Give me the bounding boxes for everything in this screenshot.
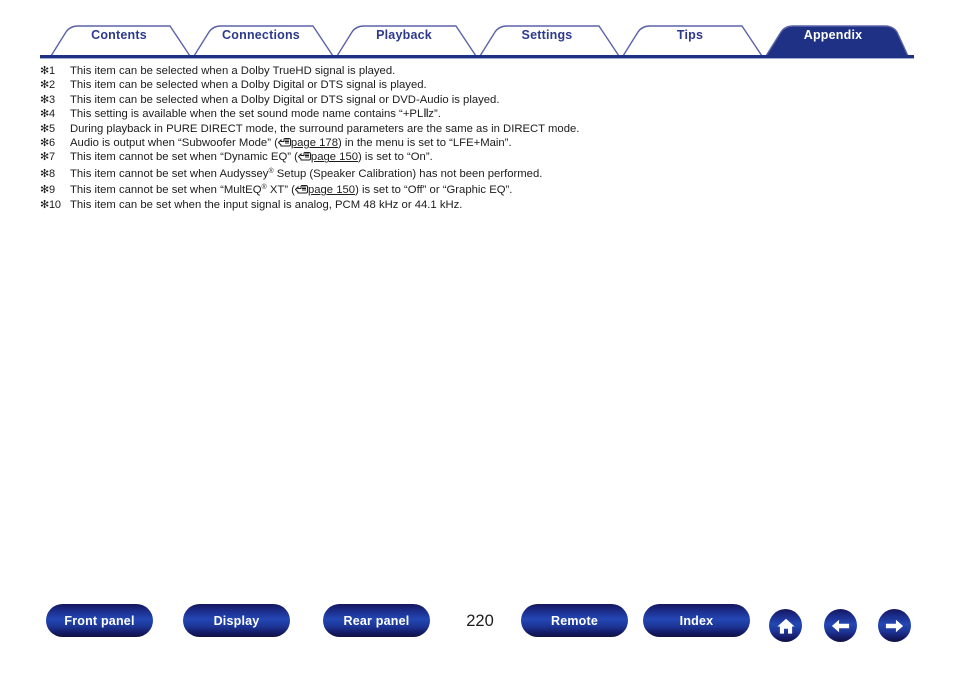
tab-settings[interactable]: Settings bbox=[522, 28, 573, 42]
footnote-text-part: ) in the menu is set to “LFE+Main”. bbox=[337, 137, 512, 150]
pointing-hand-icon bbox=[277, 137, 291, 147]
pointing-hand-icon bbox=[294, 184, 308, 194]
front-panel-button[interactable]: Front panel bbox=[46, 604, 153, 637]
tab-contents[interactable]: Contents bbox=[91, 28, 147, 42]
footnote-text-part: This item cannot be set when “Dynamic EQ… bbox=[70, 151, 298, 164]
footnote-text-part: ) is set to “On”. bbox=[358, 151, 433, 164]
footnote-text: This item can be selected when a Dolby D… bbox=[70, 93, 500, 106]
page-reference-link[interactable]: page 150 bbox=[297, 151, 358, 163]
footnote-marker: ✻10 bbox=[40, 198, 61, 211]
footnote-text: Audio is output when “Subwoofer Mode” ( p… bbox=[70, 136, 920, 150]
back-button[interactable] bbox=[824, 609, 857, 642]
arrow-right-icon bbox=[884, 618, 905, 634]
tab-baseline-rule bbox=[40, 55, 914, 59]
remote-button[interactable]: Remote bbox=[521, 604, 628, 637]
page-reference-label[interactable]: page 150 bbox=[308, 184, 355, 196]
footnote-item: ✻9 This item cannot be set when “MultEQ®… bbox=[40, 181, 920, 197]
page-reference-label[interactable]: page 150 bbox=[311, 151, 358, 163]
footnote-text-part: ) is set to “Off” or “Graphic EQ”. bbox=[355, 184, 513, 197]
footnote-text-part: Audio is output when “Subwoofer Mode” ( bbox=[70, 137, 278, 150]
tab-playback[interactable]: Playback bbox=[376, 28, 432, 42]
footnote-item: ✻3 This item can be selected when a Dolb… bbox=[40, 93, 920, 107]
footnote-text-part: Setup (Speaker Calibration) has not been… bbox=[273, 167, 543, 180]
footnote-item: ✻1 This item can be selected when a Dolb… bbox=[40, 64, 920, 78]
page-reference-link[interactable]: page 150 bbox=[294, 184, 355, 196]
arrow-left-icon bbox=[830, 618, 851, 634]
footnote-item: ✻8 This item cannot be set when Audyssey… bbox=[40, 165, 920, 181]
footnote-item: ✻5 During playback in PURE DIRECT mode, … bbox=[40, 122, 920, 136]
footnote-text-part: This item cannot be set when “MultEQ bbox=[70, 184, 262, 197]
footnote-text-part: XT” ( bbox=[266, 184, 295, 197]
footnote-list: ✻1 This item can be selected when a Dolb… bbox=[40, 64, 920, 212]
page-number: 220 bbox=[466, 612, 494, 630]
footnote-marker: ✻4 bbox=[40, 108, 55, 121]
tab-connections[interactable]: Connections bbox=[222, 28, 300, 42]
footnote-text-part: This item cannot be set when Audyssey bbox=[70, 167, 269, 180]
home-button[interactable] bbox=[769, 609, 802, 642]
tab-tips[interactable]: Tips bbox=[677, 28, 703, 42]
pointing-hand-icon bbox=[297, 151, 311, 161]
footnote-text-part: z”. bbox=[428, 108, 441, 121]
footnote-text: During playback in PURE DIRECT mode, the… bbox=[70, 122, 580, 135]
footnote-item: ✻7 This item cannot be set when “Dynamic… bbox=[40, 150, 920, 164]
footnote-marker: ✻2 bbox=[40, 79, 55, 92]
footnote-marker: ✻9 bbox=[40, 184, 55, 197]
tab-appendix[interactable]: Appendix bbox=[804, 28, 863, 42]
footnote-item: ✻4 This setting is available when the se… bbox=[40, 107, 920, 121]
footnote-text: This item cannot be set when “Dynamic EQ… bbox=[70, 150, 920, 164]
footnote-marker: ✻6 bbox=[40, 137, 55, 150]
tab-bar: Contents Connections Playback Settings T… bbox=[0, 0, 954, 62]
footnote-marker: ✻8 bbox=[40, 167, 55, 180]
footnote-text: This item cannot be set when “MultEQ® XT… bbox=[70, 181, 920, 197]
footer-nav: Front panel Display Rear panel 220 Remot… bbox=[0, 604, 954, 664]
footnote-item: ✻6 Audio is output when “Subwoofer Mode”… bbox=[40, 136, 920, 150]
rear-panel-button[interactable]: Rear panel bbox=[323, 604, 430, 637]
footnote-item: ✻2 This item can be selected when a Dolb… bbox=[40, 78, 920, 92]
page-reference-link[interactable]: page 178 bbox=[277, 137, 338, 149]
footnote-text: This item can be selected when a Dolby D… bbox=[70, 79, 427, 92]
footnote-item: ✻10 This item can be set when the input … bbox=[40, 198, 920, 212]
home-icon bbox=[776, 617, 796, 635]
footnote-text: This item can be selected when a Dolby T… bbox=[70, 65, 396, 77]
index-button[interactable]: Index bbox=[643, 604, 750, 637]
footnote-marker: ✻3 bbox=[40, 93, 55, 106]
footnote-text: This item can be set when the input sign… bbox=[70, 198, 463, 211]
footnote-text: This setting is available when the set s… bbox=[70, 107, 920, 121]
page-reference-label[interactable]: page 178 bbox=[291, 137, 338, 149]
footnote-marker: ✻1 bbox=[40, 65, 55, 77]
footnote-marker: ✻7 bbox=[40, 151, 55, 164]
footnote-text-part: This setting is available when the set s… bbox=[70, 108, 424, 121]
footnote-text: This item cannot be set when Audyssey® S… bbox=[70, 165, 920, 181]
forward-button[interactable] bbox=[878, 609, 911, 642]
display-button[interactable]: Display bbox=[183, 604, 290, 637]
footnote-marker: ✻5 bbox=[40, 122, 55, 135]
